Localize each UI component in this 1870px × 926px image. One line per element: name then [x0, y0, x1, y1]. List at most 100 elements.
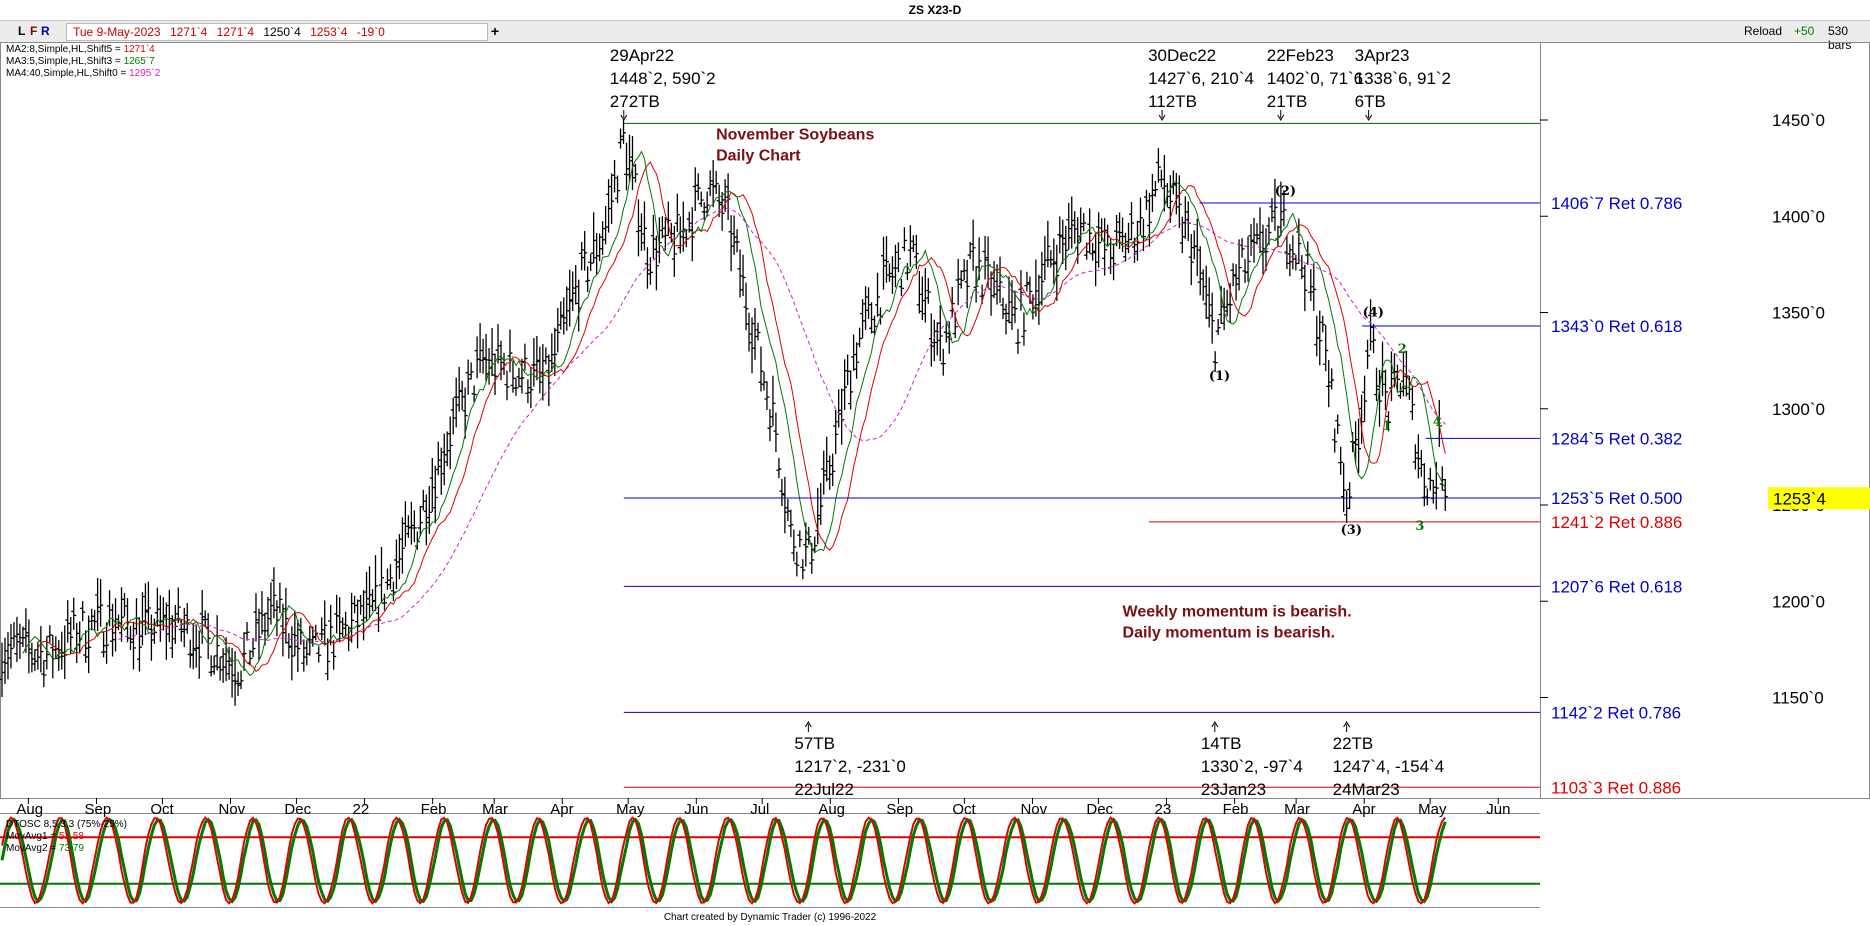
price-bar	[71, 597, 77, 630]
price-bar	[244, 622, 250, 641]
price-bar	[196, 630, 202, 679]
price-bar	[1320, 315, 1326, 333]
price-bar	[133, 598, 139, 635]
price-bar	[220, 648, 226, 683]
price-bar	[465, 359, 471, 395]
price-bar	[1308, 269, 1314, 302]
price-bar	[459, 380, 465, 410]
price-bar	[1006, 276, 1012, 324]
pivot-label: 29Apr22	[610, 46, 674, 65]
r-button[interactable]: R	[41, 24, 50, 38]
x-tick-label: Mar	[482, 801, 508, 818]
footer-credit: Chart created by Dynamic Trader (c) 1996…	[663, 912, 877, 923]
price-bar	[142, 583, 148, 636]
price-bar	[453, 377, 459, 428]
pivot-label: 272TB	[610, 92, 660, 111]
pivot-label: 24Mar23	[1333, 780, 1400, 799]
price-bar	[435, 441, 441, 476]
price-bar	[731, 215, 737, 255]
price-bar	[1236, 239, 1242, 291]
price-bar	[1143, 189, 1149, 210]
price-bar	[1069, 196, 1075, 249]
retracement-label: 1241`2 Ret 0.886	[1551, 513, 1682, 532]
price-bar	[381, 593, 387, 611]
price-bar	[238, 670, 244, 690]
price-bar	[1155, 148, 1161, 183]
price-bar	[632, 163, 638, 183]
price-bar	[910, 235, 916, 253]
price-bar	[181, 607, 187, 648]
x-tick-label: May	[1418, 801, 1447, 818]
chart-annotation: Daily Chart	[716, 147, 801, 164]
pivot-label: 30Dec22	[1148, 46, 1216, 65]
price-bar	[1191, 230, 1197, 260]
price-bar	[555, 308, 561, 353]
price-bar	[1030, 294, 1036, 320]
pivot-label: 1338`6, 91`2	[1355, 69, 1451, 88]
price-bar	[1036, 274, 1042, 325]
price-bar	[74, 622, 80, 664]
price-bar	[1188, 234, 1194, 286]
price-bar	[441, 433, 447, 486]
price-bar	[785, 499, 791, 522]
price-bar	[1287, 244, 1293, 277]
price-bar	[615, 175, 621, 204]
price-bar	[848, 370, 854, 410]
price-bar	[659, 216, 665, 239]
price-bar	[1371, 324, 1377, 354]
price-bar	[364, 571, 370, 621]
price-bar	[827, 455, 833, 490]
price-chart[interactable]: 1150`01200`01250`01300`01350`01400`01450…	[0, 42, 1870, 912]
f-button[interactable]: F	[30, 24, 37, 38]
reload-button[interactable]: Reload	[1744, 24, 1782, 38]
retracement-label: 1406`7 Ret 0.786	[1551, 194, 1682, 213]
price-bar	[779, 478, 785, 507]
l-button[interactable]: L	[18, 24, 25, 38]
price-bar	[653, 235, 659, 291]
price-bar	[86, 615, 92, 674]
price-bar	[23, 608, 29, 653]
wave-label: (3)	[1341, 523, 1362, 538]
price-bar	[567, 269, 573, 327]
price-bar	[916, 271, 922, 314]
price-bar	[474, 336, 480, 379]
price-bar	[127, 625, 133, 651]
price-bar	[522, 343, 528, 371]
price-bar	[119, 587, 125, 642]
price-bar	[609, 173, 615, 224]
price-bar	[573, 264, 579, 305]
price-bar	[223, 637, 229, 682]
price-bar	[489, 328, 495, 377]
x-tick-label: Nov	[1020, 801, 1047, 818]
price-bar	[423, 494, 429, 546]
price-bar	[226, 646, 232, 680]
price-bar	[438, 447, 444, 496]
price-bar	[393, 539, 399, 590]
price-bar	[1024, 271, 1030, 292]
price-bar	[29, 642, 35, 673]
add-button[interactable]: +	[486, 23, 504, 39]
price-bar	[1242, 258, 1248, 283]
price-bar	[1039, 251, 1045, 306]
price-bar	[1290, 235, 1296, 270]
price-bar	[997, 256, 1003, 303]
quote-high: 1271`4	[216, 25, 255, 39]
price-bar	[343, 611, 349, 637]
price-bar	[516, 367, 522, 388]
price-bar	[157, 595, 163, 642]
price-bar	[889, 256, 895, 294]
price-bar	[886, 263, 892, 282]
x-tick-label: Dec	[1086, 801, 1113, 818]
price-bar	[746, 312, 752, 352]
price-bar	[692, 167, 698, 212]
reload-step-button[interactable]: +50	[1794, 24, 1814, 38]
price-bar	[1406, 376, 1412, 400]
price-bar	[41, 660, 47, 688]
price-bar	[898, 278, 904, 297]
price-bar	[384, 568, 390, 590]
price-bar	[1356, 418, 1362, 474]
price-bar	[845, 354, 851, 386]
price-bar	[408, 501, 414, 545]
price-bar	[797, 530, 803, 548]
price-bar	[1161, 154, 1167, 212]
